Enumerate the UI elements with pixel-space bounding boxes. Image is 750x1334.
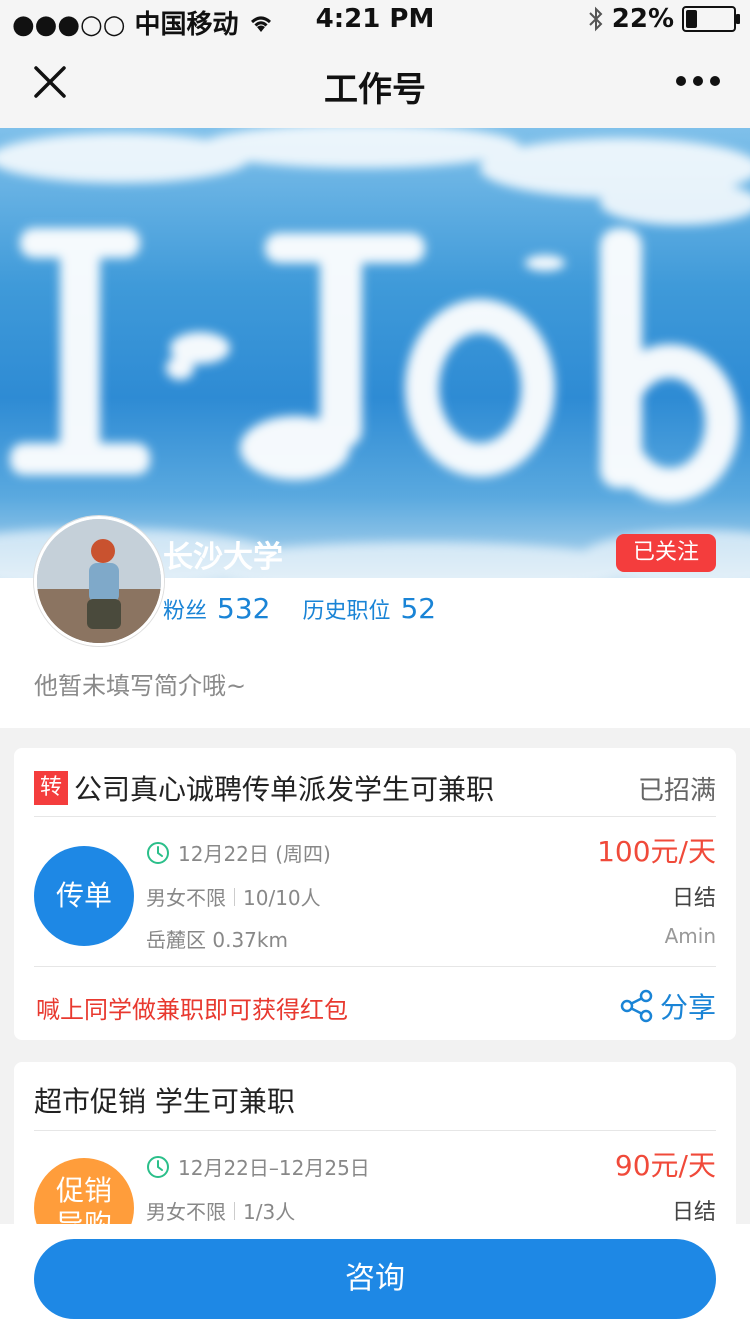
repost-tag: 转 — [34, 771, 68, 805]
more-dot — [676, 76, 686, 86]
job-headcount: 10/10人 — [243, 886, 321, 910]
account-stats: 粉丝 532 历史职位 52 — [163, 592, 458, 625]
job-pay-type: 日结 — [671, 1200, 716, 1225]
share-label: 分享 — [659, 991, 716, 1024]
cloud-logo-image — [0, 128, 750, 578]
job-date: 12月22日–12月25日 — [178, 1156, 370, 1180]
job-title-text: 超市促销 学生可兼职 — [34, 1085, 295, 1118]
follow-button[interactable]: 已关注 — [616, 534, 716, 572]
divider — [34, 966, 716, 967]
bio-text: 他暂未填写简介哦~ — [34, 672, 247, 700]
divider — [34, 816, 716, 817]
job-date: 12月22日 (周四) — [178, 842, 331, 866]
avatar-image — [37, 519, 161, 643]
job-pay-type: 日结 — [671, 886, 716, 911]
job-date-row: 12月22日–12月25日 — [146, 1152, 370, 1181]
job-title: 转 公司真心诚聘传单派发学生可兼职 — [34, 768, 494, 808]
job-requirement-row: 男女不限 10/10人 — [146, 882, 321, 911]
bluetooth-icon — [589, 6, 603, 32]
status-right: 22% — [588, 4, 740, 34]
job-gender: 男女不限 — [146, 1200, 226, 1224]
job-headcount: 1/3人 — [243, 1200, 296, 1224]
separator — [234, 1201, 235, 1220]
promo-text: 喊上同学做兼职即可获得红包 — [36, 996, 348, 1024]
job-owner: Amin — [664, 924, 716, 948]
history-label: 历史职位 — [302, 599, 391, 624]
category-label-line1: 促销 — [55, 1174, 112, 1207]
battery-percent: 22% — [611, 4, 674, 34]
history-count[interactable]: 52 — [400, 592, 436, 625]
job-card[interactable]: 转 公司真心诚聘传单派发学生可兼职 已招满 传单 12月22日 (周四) 男女不… — [14, 748, 736, 1040]
battery-icon — [682, 6, 740, 32]
clock-icon — [147, 841, 169, 864]
category-badge: 传单 — [34, 846, 134, 946]
job-status: 已招满 — [637, 776, 716, 806]
page-title: 工作号 — [324, 70, 426, 110]
more-icon[interactable] — [676, 76, 720, 86]
consult-button[interactable]: 咨询 — [34, 1239, 716, 1319]
fans-label: 粉丝 — [163, 599, 208, 624]
more-dot — [710, 76, 720, 86]
status-bar: ●●●○○ 中国移动 4:21 PM 22% — [0, 0, 750, 40]
separator — [234, 887, 235, 906]
clock-icon — [147, 1155, 169, 1178]
job-gender: 男女不限 — [146, 886, 226, 910]
battery-fill — [686, 10, 697, 28]
divider — [34, 1130, 716, 1131]
share-button[interactable]: 分享 — [620, 986, 716, 1026]
category-label: 传单 — [55, 879, 112, 912]
job-price: 100元/天 — [597, 835, 716, 868]
fans-count[interactable]: 532 — [217, 592, 270, 625]
job-title: 超市促销 学生可兼职 — [34, 1080, 295, 1120]
bottom-bar: 咨询 — [0, 1224, 750, 1334]
more-dot — [693, 76, 703, 86]
job-date-row: 12月22日 (周四) — [146, 838, 331, 867]
job-requirement-row: 男女不限 1/3人 — [146, 1196, 295, 1225]
job-location: 岳麓区 0.37km — [146, 928, 288, 952]
nav-bar: 工作号 — [0, 40, 750, 128]
cover-banner — [0, 128, 750, 578]
avatar[interactable] — [34, 516, 164, 646]
share-icon — [620, 989, 653, 1023]
job-title-text: 公司真心诚聘传单派发学生可兼职 — [74, 773, 495, 806]
job-price: 90元/天 — [614, 1149, 716, 1182]
account-name: 长沙大学 — [163, 540, 283, 575]
